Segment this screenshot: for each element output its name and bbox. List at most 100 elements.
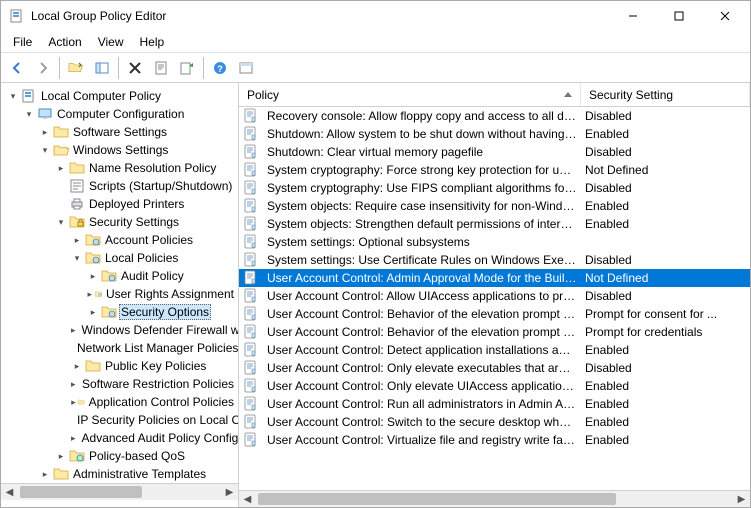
tree-pane[interactable]: ▾ Local Computer Policy ▾ Computer Confi… bbox=[1, 83, 239, 507]
policy-row[interactable]: User Account Control: Behavior of the el… bbox=[239, 323, 750, 341]
collapse-icon[interactable]: ▾ bbox=[39, 144, 51, 156]
tree-deployed-printers[interactable]: Deployed Printers bbox=[53, 195, 238, 213]
expand-icon[interactable]: ▸ bbox=[71, 324, 76, 336]
expand-icon[interactable]: ▸ bbox=[55, 450, 67, 462]
policy-row[interactable]: Shutdown: Clear virtual memory pagefileD… bbox=[239, 143, 750, 161]
policy-icon bbox=[243, 234, 259, 250]
tree-account-policies[interactable]: ▸Account Policies bbox=[69, 231, 238, 249]
tree-root[interactable]: ▾ Local Computer Policy bbox=[5, 87, 238, 105]
folder-icon bbox=[101, 268, 117, 284]
policy-name: System cryptography: Use FIPS compliant … bbox=[263, 181, 581, 195]
tree-ip-security[interactable]: IP Security Policies on Local Computer bbox=[69, 411, 238, 429]
policy-row[interactable]: System settings: Optional subsystems bbox=[239, 233, 750, 251]
tree-network-list-manager[interactable]: Network List Manager Policies bbox=[69, 339, 238, 357]
expand-icon[interactable]: ▸ bbox=[87, 306, 99, 318]
tree-scripts[interactable]: Scripts (Startup/Shutdown) bbox=[53, 177, 238, 195]
column-policy[interactable]: Policy bbox=[239, 83, 581, 106]
expand-icon[interactable]: ▸ bbox=[71, 360, 83, 372]
toolbar-separator bbox=[118, 57, 119, 79]
column-security-setting[interactable]: Security Setting bbox=[581, 83, 750, 106]
tree-security-settings[interactable]: ▾Security Settings bbox=[53, 213, 238, 231]
folder-icon bbox=[85, 358, 101, 374]
policy-setting: Not Defined bbox=[581, 271, 750, 285]
minimize-button[interactable] bbox=[610, 1, 656, 31]
up-button[interactable] bbox=[64, 56, 88, 80]
folder-icon bbox=[69, 160, 85, 176]
expand-icon[interactable]: ▸ bbox=[71, 432, 76, 444]
show-hide-tree-button[interactable] bbox=[90, 56, 114, 80]
tree-local-policies[interactable]: ▾Local Policies bbox=[69, 249, 238, 267]
menubar: File Action View Help bbox=[1, 31, 750, 53]
policy-name: Recovery console: Allow floppy copy and … bbox=[263, 109, 581, 123]
tree-windows-defender-firewall[interactable]: ▸Windows Defender Firewall with Advanced… bbox=[69, 321, 238, 339]
expand-icon[interactable]: ▸ bbox=[71, 234, 83, 246]
collapse-icon[interactable]: ▾ bbox=[7, 90, 19, 102]
expand-icon[interactable]: ▸ bbox=[71, 378, 76, 390]
scroll-left-icon[interactable]: ◀ bbox=[1, 484, 18, 500]
collapse-icon[interactable]: ▾ bbox=[55, 216, 67, 228]
policy-row[interactable]: System objects: Require case insensitivi… bbox=[239, 197, 750, 215]
close-button[interactable] bbox=[702, 1, 748, 31]
tree-user-rights[interactable]: ▸User Rights Assignment bbox=[85, 285, 238, 303]
policy-row[interactable]: System objects: Strengthen default permi… bbox=[239, 215, 750, 233]
expand-icon[interactable]: ▸ bbox=[55, 162, 67, 174]
help-button[interactable]: ? bbox=[208, 56, 232, 80]
properties-button[interactable] bbox=[149, 56, 173, 80]
expand-icon[interactable]: ▸ bbox=[87, 270, 99, 282]
policy-row[interactable]: User Account Control: Only elevate UIAcc… bbox=[239, 377, 750, 395]
expand-icon[interactable]: ▸ bbox=[39, 468, 51, 480]
refresh-button[interactable] bbox=[234, 56, 258, 80]
policy-icon bbox=[243, 270, 259, 286]
policy-row[interactable]: User Account Control: Virtualize file an… bbox=[239, 431, 750, 449]
tree-application-control[interactable]: ▸Application Control Policies bbox=[69, 393, 238, 411]
policy-row[interactable]: User Account Control: Switch to the secu… bbox=[239, 413, 750, 431]
collapse-icon[interactable]: ▾ bbox=[23, 108, 35, 120]
tree-security-options[interactable]: ▸Security Options bbox=[85, 303, 238, 321]
tree-windows-settings[interactable]: ▾Windows Settings bbox=[37, 141, 238, 159]
policy-row[interactable]: User Account Control: Behavior of the el… bbox=[239, 305, 750, 323]
expand-icon[interactable]: ▸ bbox=[71, 396, 76, 408]
scroll-left-icon[interactable]: ◀ bbox=[239, 491, 256, 507]
tree-horizontal-scrollbar[interactable]: ◀ ▶ bbox=[1, 483, 238, 500]
policy-row[interactable]: User Account Control: Run all administra… bbox=[239, 395, 750, 413]
tree-public-key-policies[interactable]: ▸Public Key Policies bbox=[69, 357, 238, 375]
policy-setting: Disabled bbox=[581, 361, 750, 375]
tree-name-resolution-policy[interactable]: ▸Name Resolution Policy bbox=[53, 159, 238, 177]
policy-icon bbox=[243, 306, 259, 322]
tree-audit-policy[interactable]: ▸Audit Policy bbox=[85, 267, 238, 285]
policy-row[interactable]: User Account Control: Allow UIAccess app… bbox=[239, 287, 750, 305]
menu-help[interactable]: Help bbox=[132, 33, 173, 51]
forward-button[interactable] bbox=[31, 56, 55, 80]
policy-row[interactable]: Recovery console: Allow floppy copy and … bbox=[239, 107, 750, 125]
policy-row[interactable]: System settings: Use Certificate Rules o… bbox=[239, 251, 750, 269]
tree-administrative-templates[interactable]: ▸Administrative Templates bbox=[37, 465, 238, 483]
policy-icon bbox=[243, 378, 259, 394]
list-body[interactable]: Recovery console: Allow floppy copy and … bbox=[239, 107, 750, 490]
maximize-button[interactable] bbox=[656, 1, 702, 31]
back-button[interactable] bbox=[5, 56, 29, 80]
delete-button[interactable] bbox=[123, 56, 147, 80]
policy-name: User Account Control: Behavior of the el… bbox=[263, 325, 581, 339]
policy-row[interactable]: User Account Control: Only elevate execu… bbox=[239, 359, 750, 377]
menu-view[interactable]: View bbox=[90, 33, 132, 51]
policy-row[interactable]: System cryptography: Use FIPS compliant … bbox=[239, 179, 750, 197]
policy-row[interactable]: Shutdown: Allow system to be shut down w… bbox=[239, 125, 750, 143]
tree-advanced-audit[interactable]: ▸Advanced Audit Policy Configuration bbox=[69, 429, 238, 447]
tree-policy-based-qos[interactable]: ▸Policy-based QoS bbox=[53, 447, 238, 465]
menu-file[interactable]: File bbox=[5, 33, 40, 51]
monitor-icon bbox=[37, 106, 53, 122]
export-button[interactable] bbox=[175, 56, 199, 80]
tree-software-restriction[interactable]: ▸Software Restriction Policies bbox=[69, 375, 238, 393]
expand-icon[interactable]: ▸ bbox=[87, 288, 93, 300]
menu-action[interactable]: Action bbox=[40, 33, 89, 51]
list-horizontal-scrollbar[interactable]: ◀ ▶ bbox=[239, 490, 750, 507]
expand-icon[interactable]: ▸ bbox=[39, 126, 51, 138]
policy-row[interactable]: User Account Control: Admin Approval Mod… bbox=[239, 269, 750, 287]
scroll-right-icon[interactable]: ▶ bbox=[221, 484, 238, 500]
scroll-right-icon[interactable]: ▶ bbox=[733, 491, 750, 507]
policy-row[interactable]: System cryptography: Force strong key pr… bbox=[239, 161, 750, 179]
tree-software-settings[interactable]: ▸Software Settings bbox=[37, 123, 238, 141]
policy-row[interactable]: User Account Control: Detect application… bbox=[239, 341, 750, 359]
tree-computer-configuration[interactable]: ▾ Computer Configuration bbox=[21, 105, 238, 123]
collapse-icon[interactable]: ▾ bbox=[71, 252, 83, 264]
